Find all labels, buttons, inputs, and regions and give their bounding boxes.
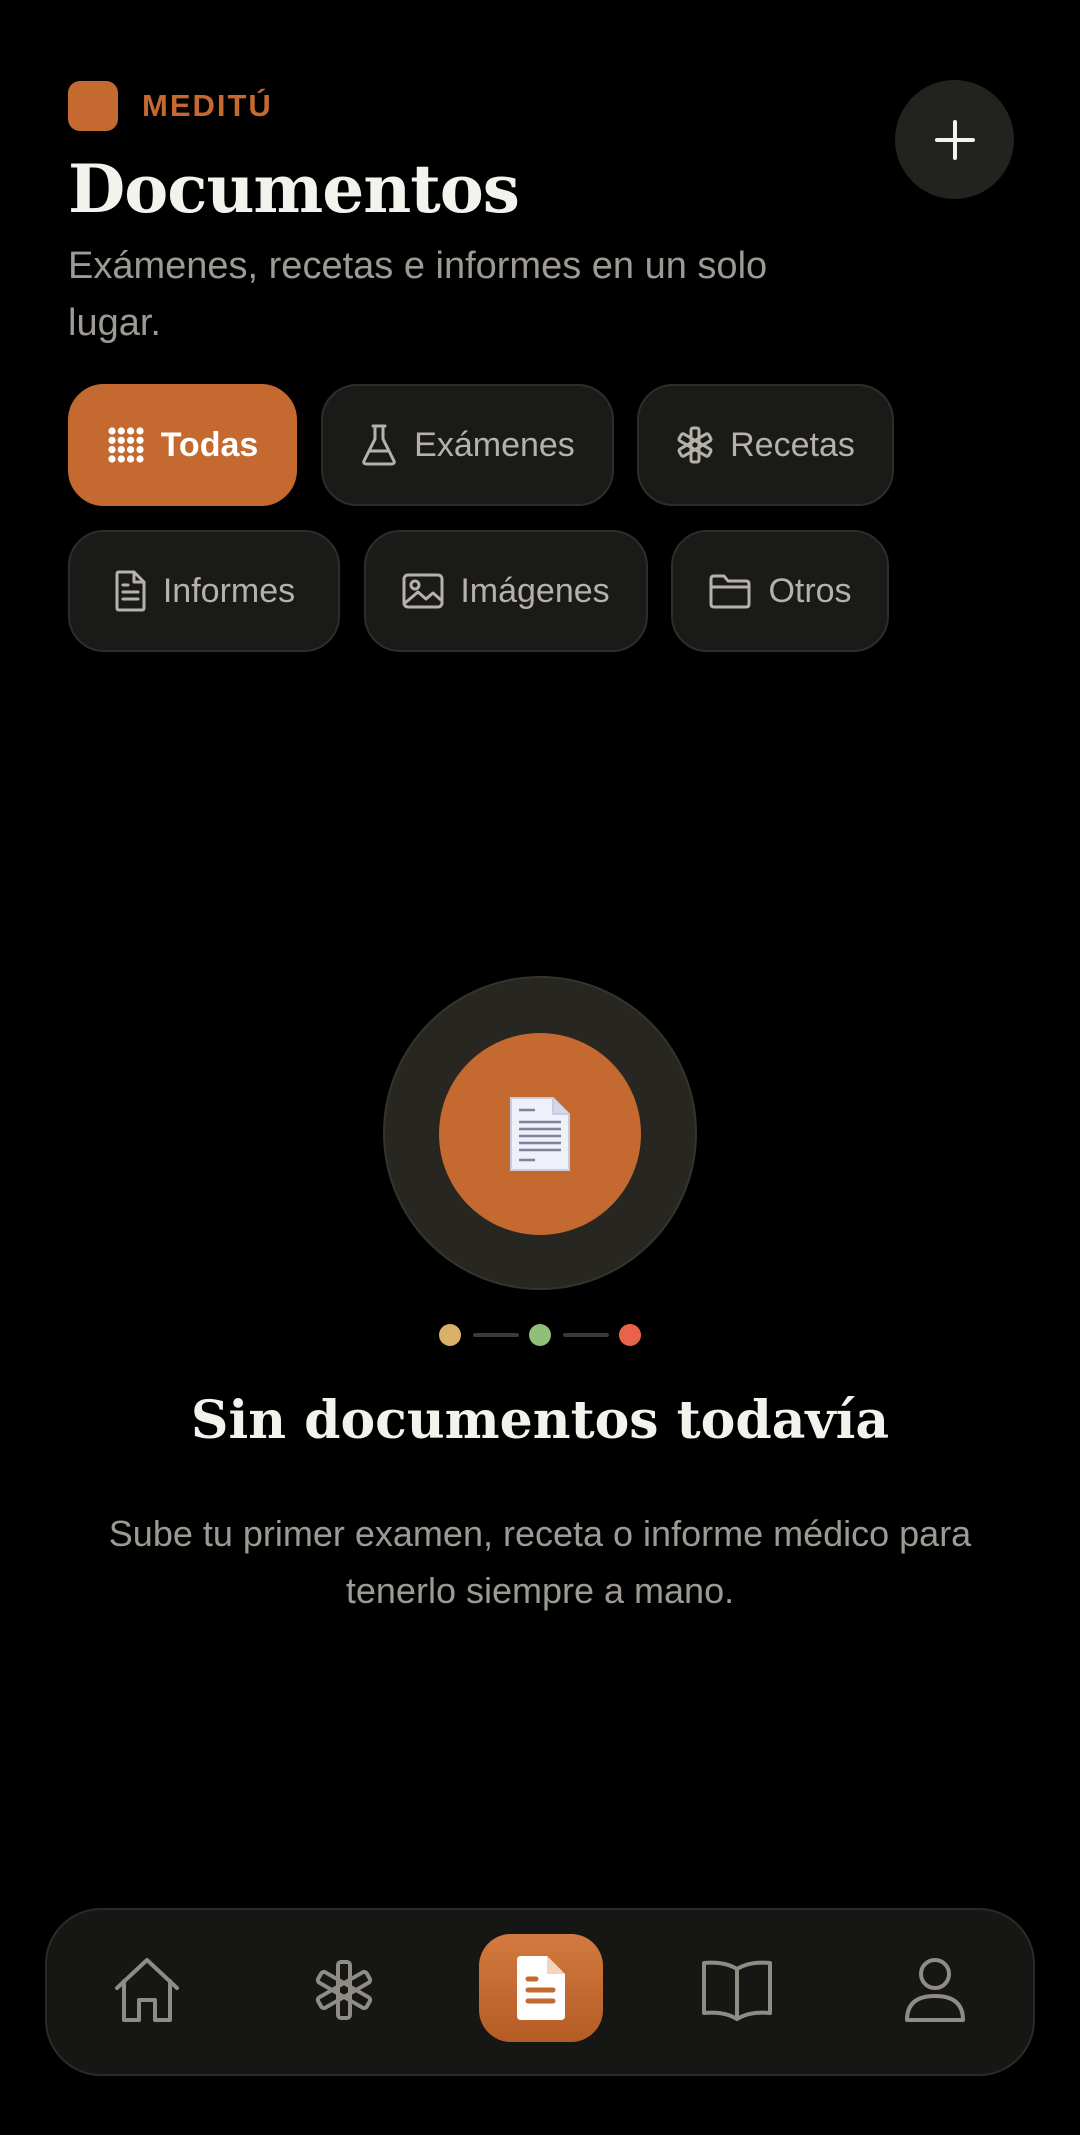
filter-chip-label: Otros bbox=[768, 571, 852, 610]
status-dot-green bbox=[529, 1324, 551, 1346]
filter-chip-recetas[interactable]: Recetas bbox=[637, 384, 894, 506]
brand: MEDITÚ bbox=[68, 81, 273, 131]
empty-state-badge bbox=[439, 1033, 641, 1235]
filter-chip-label: Informes bbox=[162, 571, 296, 610]
home-icon bbox=[115, 1958, 179, 2022]
folder-icon bbox=[709, 574, 751, 609]
document-icon bbox=[517, 1956, 565, 2020]
page-title: Documentos bbox=[68, 150, 520, 228]
book-icon bbox=[702, 1960, 772, 2021]
filter-chip-label: Recetas bbox=[730, 425, 855, 464]
tab-recetas[interactable] bbox=[297, 1948, 391, 2032]
empty-state-text: Sube tu primer examen, receta o informe … bbox=[108, 1513, 972, 1611]
filter-chip-examenes[interactable]: Exámenes bbox=[321, 384, 614, 506]
grid-dots-icon bbox=[108, 427, 144, 463]
tab-home[interactable] bbox=[100, 1948, 194, 2032]
filter-chip-imagenes[interactable]: Imágenes bbox=[364, 530, 648, 652]
filter-chip-label: Exámenes bbox=[414, 425, 575, 464]
filter-chip-label: Todas bbox=[160, 425, 259, 464]
page-document-emoji bbox=[510, 1097, 570, 1171]
status-dot-yellow bbox=[439, 1324, 461, 1346]
user-icon bbox=[905, 1958, 965, 2022]
page-subtitle: Exámenes, recetas e informes en un solo … bbox=[68, 245, 768, 344]
plus-icon bbox=[934, 119, 975, 160]
filter-chip-label: Imágenes bbox=[460, 571, 610, 610]
brand-logo bbox=[68, 81, 118, 131]
tab-biblioteca[interactable] bbox=[690, 1948, 784, 2032]
flask-icon bbox=[362, 424, 396, 466]
document-icon bbox=[115, 570, 146, 612]
brand-name: MEDITÚ bbox=[142, 88, 273, 123]
asterisk-icon bbox=[677, 426, 713, 464]
filter-chip-todas[interactable]: Todas bbox=[68, 384, 297, 506]
dot-connector bbox=[473, 1333, 519, 1337]
filter-chip-otros[interactable]: Otros bbox=[671, 530, 889, 652]
filter-chip-informes[interactable]: Informes bbox=[68, 530, 340, 652]
tab-perfil[interactable] bbox=[888, 1948, 982, 2032]
status-dot-red bbox=[619, 1324, 641, 1346]
image-icon bbox=[402, 573, 444, 609]
empty-state-title: Sin documentos todavía bbox=[190, 1390, 890, 1451]
dot-connector bbox=[563, 1333, 609, 1337]
add-document-button[interactable] bbox=[895, 80, 1014, 199]
tab-documentos[interactable] bbox=[479, 1934, 603, 2042]
asterisk-icon bbox=[315, 1960, 373, 2020]
